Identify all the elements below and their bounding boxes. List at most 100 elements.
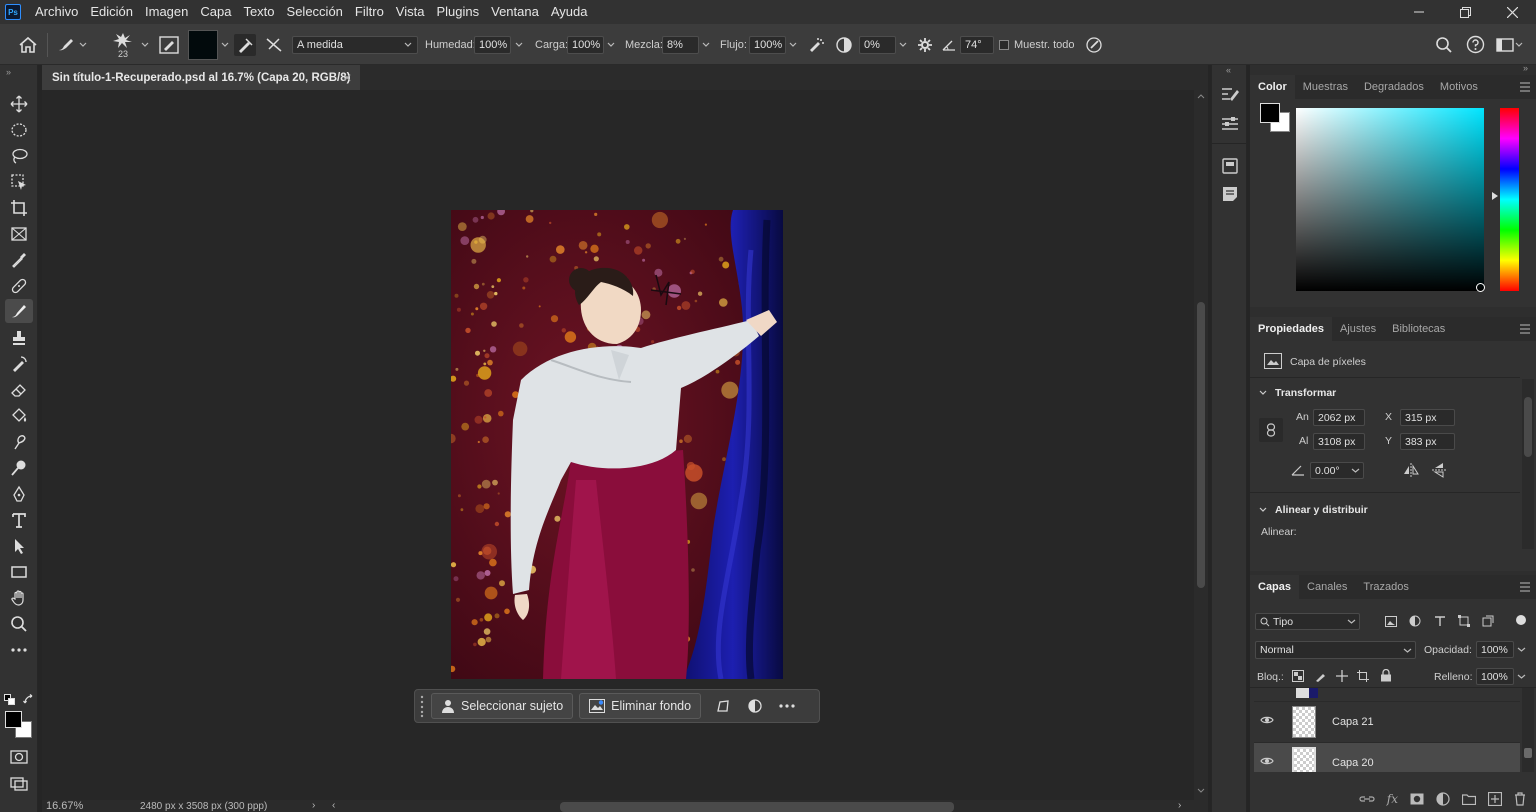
healing-brush-tool[interactable] <box>5 274 33 298</box>
help-button[interactable] <box>1466 24 1485 65</box>
sample-all-checkbox[interactable]: Muestr. todo <box>999 24 1075 65</box>
foreground-color-swatch[interactable] <box>5 711 22 728</box>
fill-field[interactable]: 100% <box>1476 668 1514 685</box>
transform-button[interactable] <box>707 693 739 719</box>
panel-menu-icon[interactable] <box>1520 581 1530 593</box>
menu-vista[interactable]: Vista <box>390 0 431 24</box>
collapse-arrows-icon[interactable]: » <box>6 67 11 77</box>
mix-field[interactable]: 8% <box>662 35 699 54</box>
smoothing-field[interactable]: 0% <box>859 35 896 54</box>
eye-icon[interactable] <box>1260 715 1274 725</box>
dodge-tool[interactable] <box>5 456 33 480</box>
add-mask-icon[interactable] <box>1410 793 1424 805</box>
more-options-button[interactable] <box>771 693 803 719</box>
rectangle-tool[interactable] <box>5 560 33 584</box>
airbrush-toggle[interactable] <box>806 24 826 65</box>
menu-capa[interactable]: Capa <box>194 0 237 24</box>
adjustment-layer-icon[interactable] <box>1436 791 1450 806</box>
menu-ventana[interactable]: Ventana <box>485 0 545 24</box>
object-selection-tool[interactable] <box>5 170 33 194</box>
link-layers-icon[interactable] <box>1359 793 1375 805</box>
close-window-button[interactable] <box>1489 0 1536 24</box>
menu-texto[interactable]: Texto <box>237 0 280 24</box>
scroll-left-icon[interactable]: ‹ <box>332 800 335 811</box>
collapse-arrows-icon[interactable]: « <box>1226 65 1231 75</box>
frame-tool[interactable] <box>5 222 33 246</box>
history-brush-tool[interactable] <box>5 352 33 376</box>
menu-ayuda[interactable]: Ayuda <box>545 0 594 24</box>
menu-edicion[interactable]: Edición <box>84 0 139 24</box>
tab-swatches[interactable]: Muestras <box>1295 75 1356 99</box>
zoom-level[interactable]: 16.67% <box>46 800 83 812</box>
layer-filter-dropdown[interactable]: Tipo <box>1255 613 1360 630</box>
type-tool[interactable] <box>5 508 33 532</box>
load-field[interactable]: 100% <box>567 35 604 54</box>
chevron-down-icon[interactable] <box>898 40 908 50</box>
minimize-button[interactable] <box>1395 0 1442 24</box>
tab-layers[interactable]: Capas <box>1250 575 1300 599</box>
clone-stamp-tool[interactable] <box>5 326 33 350</box>
properties-scrollbar[interactable] <box>1522 379 1534 549</box>
panel-menu-icon[interactable] <box>1520 81 1530 93</box>
edit-toolbar-button[interactable] <box>5 638 33 662</box>
scroll-up-icon[interactable] <box>1194 92 1208 102</box>
tab-patterns[interactable]: Motivos <box>1432 75 1486 99</box>
chevron-down-icon[interactable] <box>606 40 616 50</box>
flip-vertical-icon[interactable] <box>1432 462 1446 478</box>
width-field[interactable]: 2062 px <box>1313 409 1365 426</box>
vertical-scrollbar[interactable] <box>1194 90 1208 800</box>
pen-tool[interactable] <box>5 482 33 506</box>
smoothing-options-button[interactable] <box>917 24 933 65</box>
lock-artboard-icon[interactable] <box>1357 670 1369 682</box>
restore-button[interactable] <box>1442 0 1489 24</box>
wet-field[interactable]: 100% <box>474 35 511 54</box>
smudge-tool[interactable] <box>5 430 33 454</box>
lock-transparent-icon[interactable] <box>1292 670 1304 682</box>
tab-channels[interactable]: Canales <box>1299 575 1355 599</box>
eye-icon[interactable] <box>1260 756 1274 766</box>
chevron-down-icon[interactable] <box>701 40 711 50</box>
lock-position-icon[interactable] <box>1336 670 1348 682</box>
menu-archivo[interactable]: Archivo <box>29 0 84 24</box>
tab-color[interactable]: Color <box>1250 75 1295 99</box>
layer-name[interactable]: Capa 21 <box>1332 716 1374 728</box>
current-brush-color[interactable] <box>188 24 230 65</box>
eraser-tool[interactable] <box>5 378 33 402</box>
quick-mask-button[interactable] <box>5 745 33 769</box>
filter-smart-object-icon[interactable] <box>1482 615 1494 627</box>
properties-scroll-thumb[interactable] <box>1524 397 1532 457</box>
chevron-down-icon[interactable] <box>1517 672 1526 681</box>
adjustment-button[interactable] <box>739 693 771 719</box>
trash-icon[interactable] <box>1514 791 1526 806</box>
search-button[interactable] <box>1435 24 1453 65</box>
horizontal-scroll-thumb[interactable] <box>560 802 954 812</box>
scroll-right-icon[interactable]: › <box>1178 800 1181 811</box>
tab-properties[interactable]: Propiedades <box>1250 317 1333 341</box>
tab-gradients[interactable]: Degradados <box>1356 75 1432 99</box>
menu-plugins[interactable]: Plugins <box>430 0 485 24</box>
layers-scrollbar[interactable] <box>1522 688 1534 772</box>
load-brush-toggle[interactable] <box>234 24 256 65</box>
filter-toggle[interactable] <box>1516 615 1526 625</box>
swap-colors-icon[interactable] <box>23 694 35 706</box>
menu-imagen[interactable]: Imagen <box>139 0 194 24</box>
pressure-toggle[interactable] <box>1085 24 1103 65</box>
flip-horizontal-icon[interactable] <box>1402 463 1420 477</box>
lock-pixels-icon[interactable] <box>1315 670 1327 682</box>
collapse-arrows-icon[interactable]: » <box>1523 63 1528 73</box>
layers-scroll-thumb[interactable] <box>1524 748 1532 758</box>
remove-background-button[interactable]: Eliminar fondo <box>579 693 702 719</box>
layer-row-capa-20[interactable]: Capa 20 <box>1254 742 1520 772</box>
scroll-down-icon[interactable] <box>1194 786 1208 796</box>
crop-tool[interactable] <box>5 196 33 220</box>
brushes-panel-button[interactable] <box>1220 115 1240 133</box>
home-button[interactable] <box>18 24 38 65</box>
filter-adjustment-icon[interactable] <box>1409 615 1421 627</box>
close-tab-icon[interactable]: ✕ <box>342 71 352 85</box>
workspace-button[interactable] <box>1496 24 1524 65</box>
align-section-title[interactable]: Alinear y distribuir <box>1275 504 1368 516</box>
chevron-down-icon[interactable] <box>514 40 524 50</box>
blend-mode-dropdown[interactable]: Normal <box>1255 641 1416 659</box>
tool-preset-picker[interactable] <box>56 24 88 65</box>
chevron-down-icon[interactable] <box>788 40 798 50</box>
